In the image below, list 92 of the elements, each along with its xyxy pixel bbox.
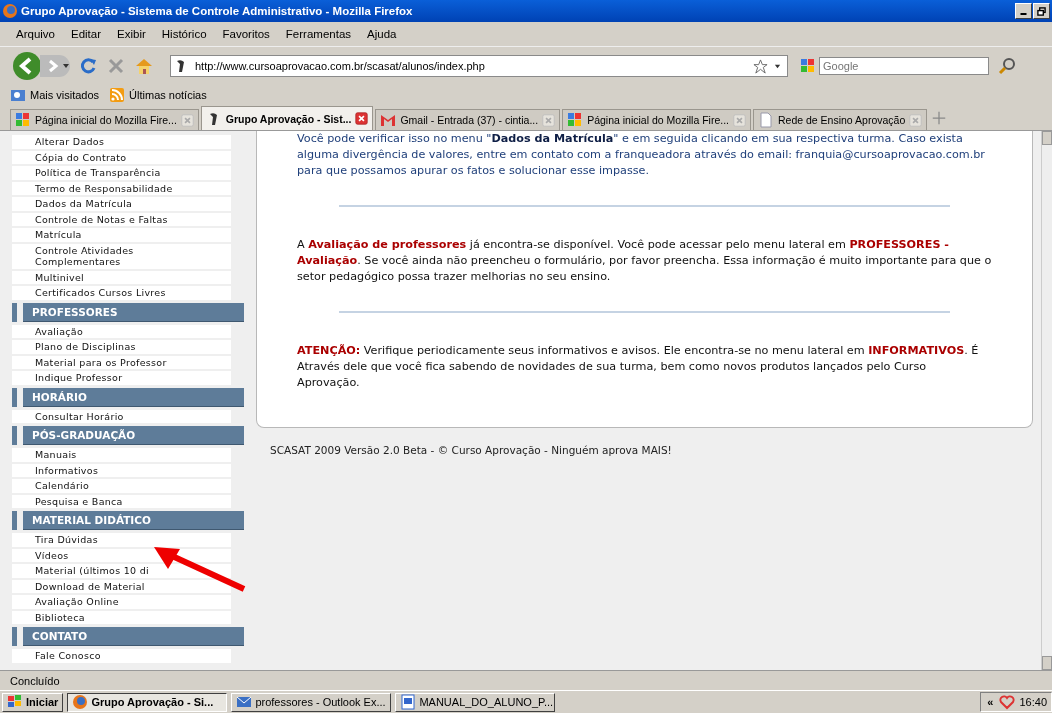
sidebar-link[interactable]: Indique Professor [12, 371, 231, 385]
browser-tab[interactable]: Página inicial do Mozilla Fire... [10, 109, 199, 130]
taskbar-button[interactable]: MANUAL_DO_ALUNO_P... [395, 692, 556, 712]
google-tile-icon [567, 112, 584, 128]
bookmark-link[interactable]: Mais visitados [10, 87, 100, 103]
section-marker [12, 627, 17, 646]
search-field[interactable]: Google [819, 57, 989, 75]
sidebar-link[interactable]: Avaliação Online [12, 595, 231, 609]
sidebar-link[interactable]: Alterar Dados [12, 135, 231, 149]
sidebar-link[interactable]: Política de Transparência [12, 166, 231, 180]
sidebar-link[interactable]: Informativos [12, 463, 231, 477]
browser-tab[interactable]: Rede de Ensino Aprovação [753, 109, 928, 130]
sidebar-link[interactable]: Pesquisa e Banca [12, 494, 231, 508]
sidebar-link[interactable]: Vídeos [12, 548, 231, 562]
google-tile-icon [15, 112, 31, 128]
restore-button[interactable] [1033, 3, 1050, 19]
section-marker [12, 387, 17, 407]
sidebar-link[interactable]: Dados da Matrícula [12, 197, 231, 211]
sidebar-link[interactable]: Material para os Professor [12, 355, 231, 369]
footer-text: SCASAT 2009 Versão 2.0 Beta - © Curso Aprovação - Ninguém aprova MAIS! [269, 443, 673, 456]
notice-paragraph: A Avaliação de professores já encontra-se disponível. Você pode acessar pelo menu lateral em PROFESSORES - Avaliação. Se você ainda não preencheu o formulário, por favor preencha. Essa informação é muito importante para que o setor pedagógico possa trazer melhorias no seu ensino. [297, 237, 992, 285]
close-icon[interactable] [355, 112, 369, 125]
url-text: http://www.cursoaprovacao.com.br/scasat/alunos/index.php [195, 60, 486, 72]
browser-tab[interactable]: Gmail - Entrada (37) - cintia... [375, 109, 561, 130]
mail-icon [380, 112, 397, 128]
sidebar-link[interactable]: Calendário [12, 479, 231, 493]
search-icon[interactable] [997, 56, 1017, 76]
sidebar-link[interactable]: Plano de Disciplinas [12, 340, 231, 354]
notice-paragraph: Você pode verificar isso no menu "Dados da Matrícula" e em seguida clicando em sua respectiva turma. Caso exista alguma divergência de valores, entre em contato com a franqueadora através do email: franquia@cursoaprovacao.com.br para que possamos apurar os fatos e solucionar esse impasse. [297, 131, 986, 179]
browser-icon [2, 3, 18, 19]
sidebar-link[interactable]: Material (últimos 10 di [12, 564, 231, 578]
section-heading: HORÁRIO [23, 387, 244, 407]
menu-item[interactable]: Arquivo [8, 28, 63, 40]
mail-envelope-icon [236, 694, 253, 710]
browser-tab[interactable]: Grupo Aprovação - Sist... [200, 106, 374, 130]
sidebar-link[interactable]: Download de Material [12, 579, 231, 593]
menu-item[interactable]: Ferramentas [277, 28, 360, 40]
minimize-button[interactable] [1015, 3, 1032, 19]
section-heading: MATERIAL DIDÁTICO [23, 511, 244, 530]
section-heading: PROFESSORES [23, 302, 244, 322]
start-button[interactable]: Iniciar [2, 692, 64, 712]
sidebar-link[interactable]: Cópia do Contrato [12, 150, 231, 164]
sidebar-link[interactable]: Biblioteca [12, 610, 231, 624]
home-icon[interactable] [134, 56, 154, 76]
stop-icon[interactable] [106, 56, 126, 76]
dropdown-caret-icon[interactable] [774, 62, 781, 70]
browser-tab[interactable]: Página inicial do Mozilla Fire... [562, 109, 751, 130]
sidebar-link[interactable]: Consultar Horário [12, 409, 231, 423]
forward-button[interactable] [40, 55, 70, 77]
menu-item[interactable]: Favoritos [214, 28, 278, 40]
notice-paragraph: ATENÇÃO: Verifique periodicamente seus informativos e avisos. Ele encontra-se no menu lateral em INFORMATIVOS. É Através dele que você fica sabendo de novidades de sua turma, bem como novos produtos lançados pelo Curso Aprovação. [297, 343, 980, 391]
window-title: Grupo Aprovação - Sistema de Controle Administrativo - Mozilla Firefox [21, 5, 413, 17]
minimize-icon [1020, 13, 1027, 15]
menu-item[interactable]: Exibir [109, 28, 154, 40]
address-bar[interactable]: http://www.cursoaprovacao.com.br/scasat/alunos/index.php [170, 55, 788, 77]
section-marker [12, 511, 17, 530]
sidebar-link[interactable]: Avaliação [12, 324, 231, 338]
section-heading: PÓS-GRADUAÇÃO [23, 426, 244, 445]
sidebar-link[interactable]: Certificados Cursos Livres [12, 286, 231, 300]
taskbar-button[interactable]: Grupo Aprovação - Si... [67, 692, 228, 712]
sidebar-link[interactable]: Termo de Responsabilidade [12, 181, 231, 195]
search-engine-icon[interactable] [800, 58, 816, 74]
menu-item[interactable]: Histórico [153, 28, 215, 40]
sidebar-link[interactable]: Fale Conosco [12, 649, 231, 663]
sidebar-link[interactable]: Tira Dúvidas [12, 533, 231, 547]
reload-icon[interactable] [78, 56, 98, 76]
bookmark-link[interactable]: Últimas notícias [109, 87, 207, 103]
page-icon [758, 112, 774, 128]
menu-item[interactable]: Editar [63, 28, 110, 40]
back-button[interactable] [12, 51, 42, 81]
browser-icon [72, 694, 89, 710]
menu-item[interactable]: Ajuda [359, 28, 405, 40]
document-icon [400, 694, 417, 710]
section-heading: CONTATO [23, 627, 244, 646]
windows-logo-icon [7, 694, 23, 710]
clock-text: 16:40 [1019, 696, 1047, 708]
sidebar-link[interactable]: Controle de Notas e Faltas [12, 212, 231, 226]
bookmark-folder-icon [10, 87, 26, 103]
sidebar-link[interactable]: Controle Atividades Complementares [12, 243, 231, 269]
feed-icon [109, 87, 126, 103]
heart-icon [999, 694, 1016, 710]
sidebar-link[interactable]: Multinivel [12, 270, 231, 284]
restore-icon [1037, 6, 1046, 16]
section-marker [12, 426, 17, 445]
tray-toggle-button[interactable]: « [985, 696, 996, 708]
scrollbar[interactable] [1041, 131, 1052, 670]
section-marker [12, 302, 17, 322]
status-text: Concluído [10, 674, 60, 687]
taskbar-button[interactable]: professores - Outlook Ex... [231, 692, 392, 712]
star-icon[interactable] [753, 58, 768, 74]
sidebar-link[interactable]: Matrícula [12, 228, 231, 242]
sidebar-link[interactable]: Manuais [12, 448, 231, 462]
